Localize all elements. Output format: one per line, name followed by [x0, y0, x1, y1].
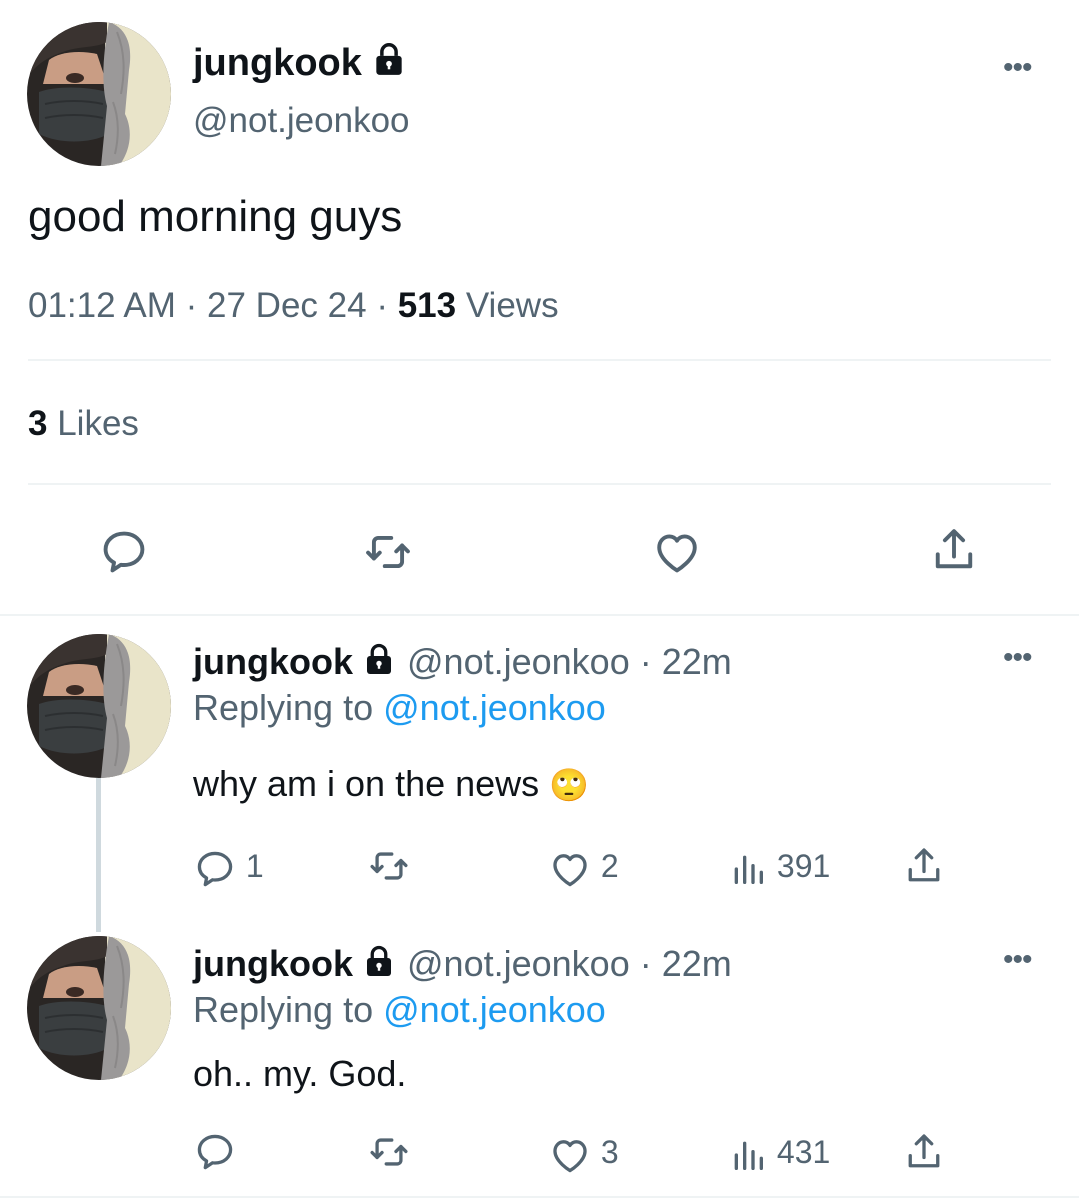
tweet-time[interactable]: 01:12 AM	[28, 286, 176, 325]
replying-label: Replying to	[193, 989, 374, 1030]
reply-text: oh.. my. God.	[193, 1053, 407, 1094]
reply-icon[interactable]	[193, 1130, 237, 1174]
views-action[interactable]: 431	[728, 1130, 830, 1177]
reply-header: jungkook @not.jeonkoo · 22m	[193, 640, 732, 684]
retweet-icon[interactable]	[367, 844, 411, 888]
reply-text: why am i on the news	[193, 763, 540, 804]
replying-handle[interactable]: @not.jeonkoo	[383, 687, 606, 728]
lock-icon	[361, 943, 397, 979]
display-name[interactable]: jungkook	[193, 943, 353, 984]
emoji: 🙄	[549, 767, 590, 803]
meta-separator: ·	[376, 286, 388, 325]
views-action[interactable]: 391	[728, 844, 830, 891]
avatar-image	[27, 936, 171, 1080]
divider	[0, 1196, 1079, 1198]
reply-icon[interactable]	[98, 526, 150, 578]
retweet-icon[interactable]	[367, 1130, 411, 1174]
meta-separator: ·	[185, 286, 198, 325]
display-name-row: jungkook	[193, 40, 408, 85]
replying-to: Replying to @not.jeonkoo	[193, 686, 606, 730]
avatar[interactable]	[27, 936, 171, 1080]
time-ago[interactable]: · 22m	[640, 943, 732, 984]
replying-label: Replying to	[193, 687, 374, 728]
likes-label: Likes	[57, 404, 139, 443]
like-icon	[548, 1133, 592, 1177]
reply-action[interactable]: 1	[193, 844, 264, 891]
more-icon[interactable]: •••	[1003, 53, 1032, 83]
lock-icon	[361, 641, 397, 677]
avatar[interactable]	[27, 22, 171, 166]
reply-header: jungkook @not.jeonkoo · 22m	[193, 942, 732, 986]
divider	[28, 359, 1051, 361]
likes-count: 3	[28, 404, 48, 443]
like-icon	[548, 847, 592, 891]
like-action[interactable]: 2	[548, 844, 619, 891]
display-name[interactable]: jungkook	[193, 42, 362, 84]
divider	[0, 614, 1079, 616]
reply-count: 1	[245, 848, 264, 884]
replying-to: Replying to @not.jeonkoo	[193, 988, 606, 1032]
tweet-text: good morning guys	[28, 192, 403, 241]
avatar-image	[27, 22, 171, 166]
view-count: 431	[776, 1134, 831, 1170]
views-count: 513	[397, 286, 457, 325]
retweet-icon[interactable]	[362, 526, 414, 578]
handle[interactable]: @not.jeonkoo	[193, 100, 410, 142]
reply-text-row: why am i on the news 🙄	[193, 762, 589, 807]
like-count: 3	[600, 1134, 619, 1170]
thread-line	[96, 778, 101, 932]
like-action[interactable]: 3	[548, 1130, 619, 1177]
views-icon	[728, 1133, 768, 1177]
view-count: 391	[776, 848, 831, 884]
share-icon[interactable]	[902, 844, 946, 888]
likes-stat[interactable]: 3 Likes	[28, 402, 139, 446]
reply-icon	[193, 847, 237, 891]
tweet-date[interactable]: 27 Dec 24	[207, 286, 367, 325]
divider	[28, 483, 1051, 485]
tweet-meta: 01:12 AM · 27 Dec 24 · 513 Views	[28, 284, 559, 328]
avatar[interactable]	[27, 634, 171, 778]
views-icon	[728, 847, 768, 891]
share-icon[interactable]	[902, 1130, 946, 1174]
lock-icon	[370, 40, 408, 78]
views-label: Views	[465, 286, 559, 325]
handle[interactable]: @not.jeonkoo	[407, 641, 630, 682]
more-icon[interactable]: •••	[1003, 945, 1032, 975]
share-icon[interactable]	[928, 524, 980, 576]
more-icon[interactable]: •••	[1003, 643, 1032, 673]
like-count: 2	[600, 848, 619, 884]
avatar-image	[27, 634, 171, 778]
like-icon[interactable]	[651, 526, 703, 578]
handle[interactable]: @not.jeonkoo	[407, 943, 630, 984]
time-ago[interactable]: · 22m	[640, 641, 732, 682]
display-name[interactable]: jungkook	[193, 641, 353, 682]
replying-handle[interactable]: @not.jeonkoo	[383, 989, 606, 1030]
